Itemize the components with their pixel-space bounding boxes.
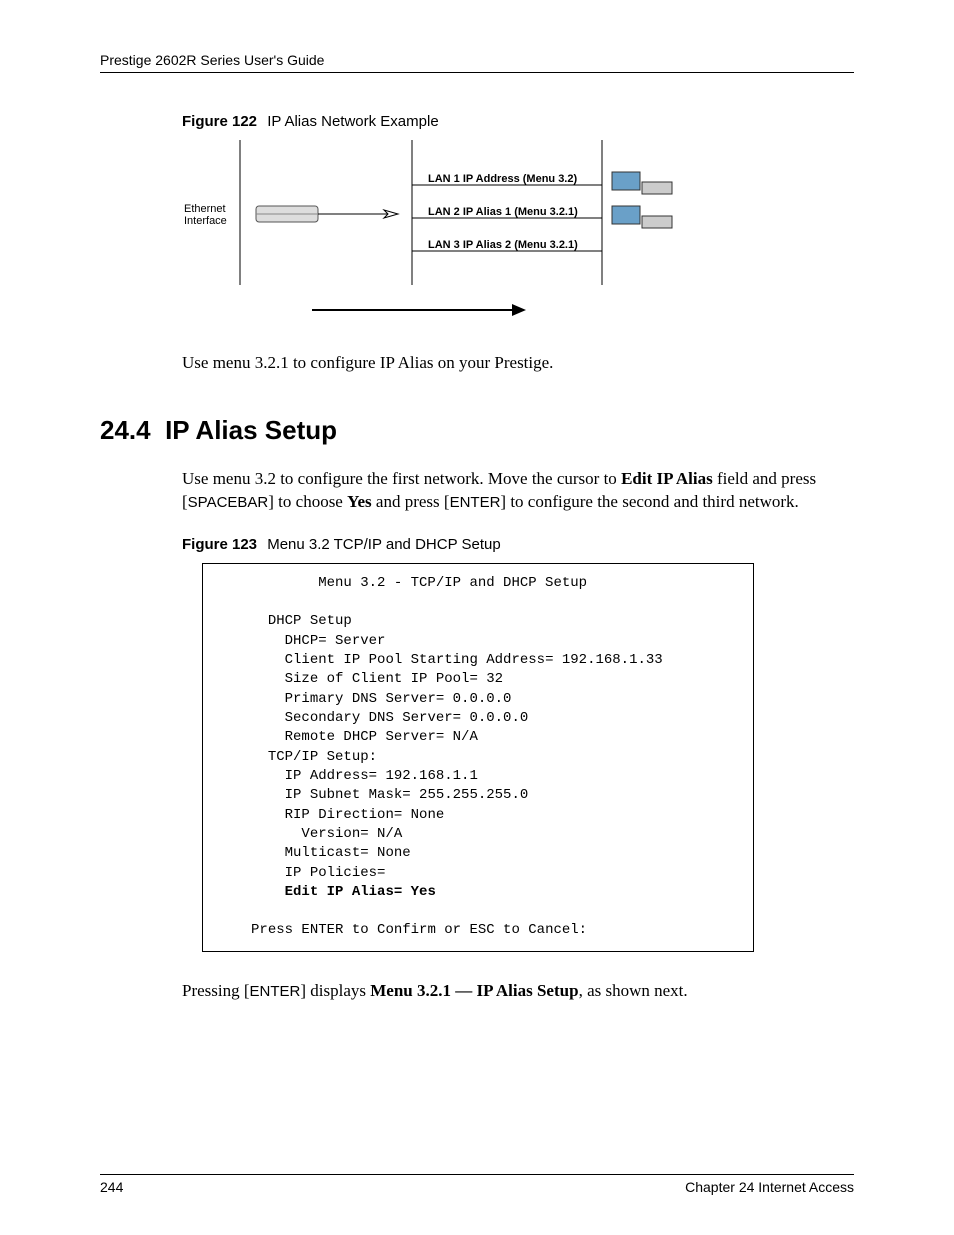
figure-123-label: Figure 123 — [182, 536, 257, 553]
ip-address: IP Address= 192.168.1.1 — [285, 768, 478, 784]
paragraph-2: Use menu 3.2 to configure the first netw… — [182, 468, 854, 514]
secondary-dns: Secondary DNS Server= 0.0.0.0 — [285, 710, 529, 726]
ethernet-label: Ethernet — [184, 203, 226, 215]
section-heading: 24.4 IP Alias Setup — [100, 415, 854, 446]
multicast: Multicast= None — [285, 845, 411, 861]
lan2-label: LAN 2 IP Alias 1 (Menu 3.2.1) — [428, 206, 578, 218]
subnet-mask: IP Subnet Mask= 255.255.255.0 — [285, 787, 529, 803]
ip-policies: IP Policies= — [285, 865, 386, 881]
tcpip-header: TCP/IP Setup: — [268, 749, 377, 765]
remote-dhcp: Remote DHCP Server= N/A — [285, 729, 478, 745]
pool-start: Client IP Pool Starting Address= 192.168… — [285, 652, 663, 668]
pool-size: Size of Client IP Pool= 32 — [285, 671, 503, 687]
menu-3-2-screen: Menu 3.2 - TCP/IP and DHCP Setup DHCP Se… — [202, 563, 754, 952]
figure-122-label: Figure 122 — [182, 113, 257, 130]
menu-prompt: Press ENTER to Confirm or ESC to Cancel: — [251, 922, 587, 938]
lan1-label: LAN 1 IP Address (Menu 3.2) — [428, 173, 577, 185]
figure-123-title: Menu 3.2 TCP/IP and DHCP Setup — [267, 536, 500, 553]
dhcp-header: DHCP Setup — [268, 613, 352, 629]
figure-122-title: IP Alias Network Example — [267, 113, 438, 130]
pc-icon — [612, 206, 672, 228]
running-head: Prestige 2602R Series User's Guide — [100, 52, 854, 73]
pc-icon — [612, 172, 672, 194]
figure-122-caption: Figure 122 IP Alias Network Example — [182, 113, 854, 130]
chapter-label: Chapter 24 Internet Access — [685, 1179, 854, 1195]
section-number: 24.4 — [100, 415, 151, 445]
paragraph-3: Pressing [ENTER] displays Menu 3.2.1 — I… — [182, 980, 854, 1003]
dhcp-mode: DHCP= Server — [285, 633, 386, 649]
figure-123-caption: Figure 123 Menu 3.2 TCP/IP and DHCP Setu… — [182, 536, 854, 553]
lan3-label: LAN 3 IP Alias 2 (Menu 3.2.1) — [428, 239, 578, 251]
menu-title: Menu 3.2 - TCP/IP and DHCP Setup — [318, 575, 587, 591]
edit-ip-alias: Edit IP Alias= Yes — [285, 884, 436, 900]
interface-label: Interface — [184, 215, 227, 227]
section-title: IP Alias Setup — [165, 415, 337, 445]
primary-dns: Primary DNS Server= 0.0.0.0 — [285, 691, 512, 707]
figure-122-diagram: Ethernet Interface LAN 1 IP Address (Men… — [182, 140, 854, 330]
paragraph-1: Use menu 3.2.1 to configure IP Alias on … — [182, 352, 854, 375]
page-footer: 244 Chapter 24 Internet Access — [100, 1174, 854, 1195]
router-icon — [256, 206, 318, 222]
rip-version: Version= N/A — [301, 826, 402, 842]
rip-direction: RIP Direction= None — [285, 807, 445, 823]
page-number: 244 — [100, 1179, 123, 1195]
